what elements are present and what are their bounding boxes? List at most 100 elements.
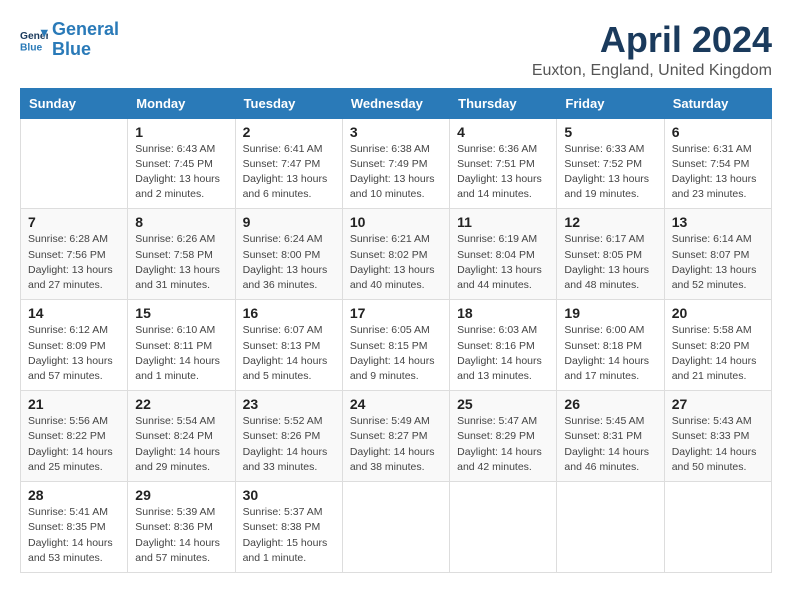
logo: General Blue General Blue	[20, 20, 119, 60]
day-header-friday: Friday	[557, 88, 664, 118]
day-info: Sunrise: 6:21 AMSunset: 8:02 PMDaylight:…	[350, 232, 442, 293]
calendar-cell: 23 Sunrise: 5:52 AMSunset: 8:26 PMDayligh…	[235, 391, 342, 482]
day-info: Sunrise: 5:43 AMSunset: 8:33 PMDaylight:…	[672, 414, 764, 475]
day-number: 30	[243, 487, 335, 503]
day-number: 12	[564, 214, 656, 230]
day-info: Sunrise: 6:00 AMSunset: 8:18 PMDaylight:…	[564, 323, 656, 384]
day-number: 23	[243, 396, 335, 412]
calendar-cell: 4 Sunrise: 6:36 AMSunset: 7:51 PMDaylight…	[450, 118, 557, 209]
day-number: 6	[672, 124, 764, 140]
day-number: 2	[243, 124, 335, 140]
calendar-cell: 21 Sunrise: 5:56 AMSunset: 8:22 PMDayligh…	[21, 391, 128, 482]
calendar-cell: 5 Sunrise: 6:33 AMSunset: 7:52 PMDaylight…	[557, 118, 664, 209]
calendar-week-row: 21 Sunrise: 5:56 AMSunset: 8:22 PMDayligh…	[21, 391, 772, 482]
day-info: Sunrise: 5:39 AMSunset: 8:36 PMDaylight:…	[135, 505, 227, 566]
calendar-cell: 26Sunrise: 5:45 AMSunset: 8:31 PMDayligh…	[557, 391, 664, 482]
logo-icon: General Blue	[20, 26, 48, 54]
day-number: 18	[457, 305, 549, 321]
calendar-cell: 3Sunrise: 6:38 AMSunset: 7:49 PMDaylight…	[342, 118, 449, 209]
calendar-cell: 17 Sunrise: 6:05 AMSunset: 8:15 PMDayligh…	[342, 300, 449, 391]
day-header-tuesday: Tuesday	[235, 88, 342, 118]
calendar-cell: 14 Sunrise: 6:12 AMSunset: 8:09 PMDayligh…	[21, 300, 128, 391]
day-number: 19	[564, 305, 656, 321]
calendar-cell: 11Sunrise: 6:19 AMSunset: 8:04 PMDayligh…	[450, 209, 557, 300]
day-header-monday: Monday	[128, 88, 235, 118]
page-header: General Blue General Blue April 2024 Eux…	[20, 20, 772, 80]
day-number: 11	[457, 214, 549, 230]
calendar-cell: 13 Sunrise: 6:14 AMSunset: 8:07 PMDayligh…	[664, 209, 771, 300]
day-number: 7	[28, 214, 120, 230]
day-info: Sunrise: 6:12 AMSunset: 8:09 PMDaylight:…	[28, 323, 120, 384]
calendar-cell: 15 Sunrise: 6:10 AMSunset: 8:11 PMDayligh…	[128, 300, 235, 391]
day-info: Sunrise: 6:43 AMSunset: 7:45 PMDaylight:…	[135, 142, 227, 203]
day-number: 8	[135, 214, 227, 230]
day-info: Sunrise: 5:58 AMSunset: 8:20 PMDaylight:…	[672, 323, 764, 384]
day-info: Sunrise: 5:52 AMSunset: 8:26 PMDaylight:…	[243, 414, 335, 475]
day-info: Sunrise: 6:14 AMSunset: 8:07 PMDaylight:…	[672, 232, 764, 293]
calendar-cell: 16Sunrise: 6:07 AMSunset: 8:13 PMDayligh…	[235, 300, 342, 391]
calendar-week-row: 1Sunrise: 6:43 AMSunset: 7:45 PMDaylight…	[21, 118, 772, 209]
calendar-cell	[664, 482, 771, 573]
calendar-cell	[21, 118, 128, 209]
calendar-cell	[342, 482, 449, 573]
calendar-cell: 8 Sunrise: 6:26 AMSunset: 7:58 PMDaylight…	[128, 209, 235, 300]
day-info: Sunrise: 6:31 AMSunset: 7:54 PMDaylight:…	[672, 142, 764, 203]
day-info: Sunrise: 6:36 AMSunset: 7:51 PMDaylight:…	[457, 142, 549, 203]
calendar-cell: 10Sunrise: 6:21 AMSunset: 8:02 PMDayligh…	[342, 209, 449, 300]
day-number: 17	[350, 305, 442, 321]
day-info: Sunrise: 5:49 AMSunset: 8:27 PMDaylight:…	[350, 414, 442, 475]
calendar-cell: 18 Sunrise: 6:03 AMSunset: 8:16 PMDayligh…	[450, 300, 557, 391]
day-number: 29	[135, 487, 227, 503]
day-header-saturday: Saturday	[664, 88, 771, 118]
calendar-cell: 28Sunrise: 5:41 AMSunset: 8:35 PMDayligh…	[21, 482, 128, 573]
day-info: Sunrise: 5:54 AMSunset: 8:24 PMDaylight:…	[135, 414, 227, 475]
calendar-header-row: SundayMondayTuesdayWednesdayThursdayFrid…	[21, 88, 772, 118]
location: Euxton, England, United Kingdom	[532, 62, 772, 80]
day-info: Sunrise: 6:41 AMSunset: 7:47 PMDaylight:…	[243, 142, 335, 203]
calendar-cell: 9 Sunrise: 6:24 AMSunset: 8:00 PMDaylight…	[235, 209, 342, 300]
calendar-cell: 12 Sunrise: 6:17 AMSunset: 8:05 PMDayligh…	[557, 209, 664, 300]
calendar-week-row: 14 Sunrise: 6:12 AMSunset: 8:09 PMDayligh…	[21, 300, 772, 391]
day-info: Sunrise: 6:03 AMSunset: 8:16 PMDaylight:…	[457, 323, 549, 384]
day-number: 20	[672, 305, 764, 321]
calendar-cell: 1Sunrise: 6:43 AMSunset: 7:45 PMDaylight…	[128, 118, 235, 209]
day-info: Sunrise: 6:17 AMSunset: 8:05 PMDaylight:…	[564, 232, 656, 293]
day-number: 21	[28, 396, 120, 412]
calendar-table: SundayMondayTuesdayWednesdayThursdayFrid…	[20, 88, 772, 573]
title-section: April 2024 Euxton, England, United Kingd…	[532, 20, 772, 80]
day-info: Sunrise: 5:56 AMSunset: 8:22 PMDaylight:…	[28, 414, 120, 475]
month-title: April 2024	[532, 20, 772, 60]
day-info: Sunrise: 5:41 AMSunset: 8:35 PMDaylight:…	[28, 505, 120, 566]
day-info: Sunrise: 5:37 AMSunset: 8:38 PMDaylight:…	[243, 505, 335, 566]
day-info: Sunrise: 6:24 AMSunset: 8:00 PMDaylight:…	[243, 232, 335, 293]
calendar-cell: 22 Sunrise: 5:54 AMSunset: 8:24 PMDayligh…	[128, 391, 235, 482]
day-number: 9	[243, 214, 335, 230]
calendar-cell: 29 Sunrise: 5:39 AMSunset: 8:36 PMDayligh…	[128, 482, 235, 573]
day-number: 24	[350, 396, 442, 412]
day-number: 13	[672, 214, 764, 230]
calendar-cell: 25Sunrise: 5:47 AMSunset: 8:29 PMDayligh…	[450, 391, 557, 482]
day-info: Sunrise: 6:05 AMSunset: 8:15 PMDaylight:…	[350, 323, 442, 384]
calendar-cell: 19 Sunrise: 6:00 AMSunset: 8:18 PMDayligh…	[557, 300, 664, 391]
svg-text:Blue: Blue	[20, 42, 43, 53]
calendar-cell: 30 Sunrise: 5:37 AMSunset: 8:38 PMDayligh…	[235, 482, 342, 573]
calendar-cell: 27 Sunrise: 5:43 AMSunset: 8:33 PMDayligh…	[664, 391, 771, 482]
calendar-cell	[557, 482, 664, 573]
day-info: Sunrise: 6:33 AMSunset: 7:52 PMDaylight:…	[564, 142, 656, 203]
day-info: Sunrise: 5:45 AMSunset: 8:31 PMDaylight:…	[564, 414, 656, 475]
calendar-cell: 2 Sunrise: 6:41 AMSunset: 7:47 PMDaylight…	[235, 118, 342, 209]
day-info: Sunrise: 6:10 AMSunset: 8:11 PMDaylight:…	[135, 323, 227, 384]
day-number: 22	[135, 396, 227, 412]
day-number: 14	[28, 305, 120, 321]
day-number: 27	[672, 396, 764, 412]
day-number: 16	[243, 305, 335, 321]
calendar-cell: 7 Sunrise: 6:28 AMSunset: 7:56 PMDaylight…	[21, 209, 128, 300]
day-info: Sunrise: 6:26 AMSunset: 7:58 PMDaylight:…	[135, 232, 227, 293]
day-number: 4	[457, 124, 549, 140]
day-number: 15	[135, 305, 227, 321]
day-number: 5	[564, 124, 656, 140]
calendar-cell: 6 Sunrise: 6:31 AMSunset: 7:54 PMDaylight…	[664, 118, 771, 209]
calendar-cell: 20 Sunrise: 5:58 AMSunset: 8:20 PMDayligh…	[664, 300, 771, 391]
day-info: Sunrise: 6:28 AMSunset: 7:56 PMDaylight:…	[28, 232, 120, 293]
day-number: 3	[350, 124, 442, 140]
